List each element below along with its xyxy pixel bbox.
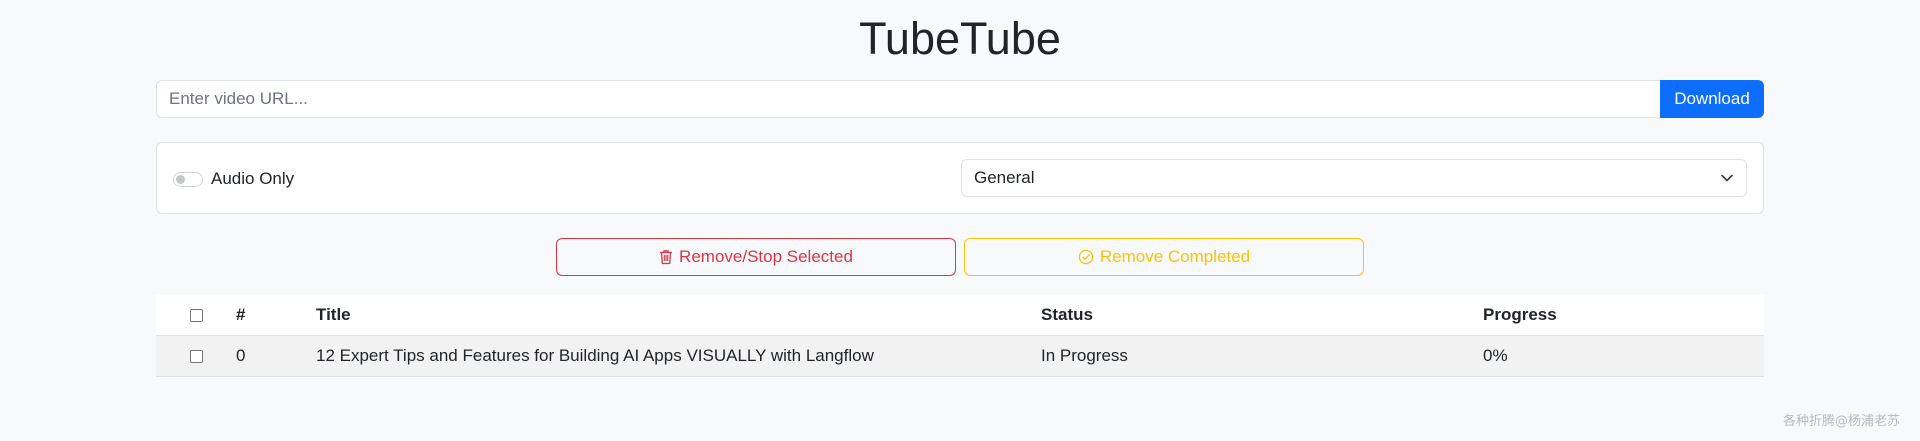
app-container: TubeTube Download Audio Only General <box>156 0 1764 377</box>
audio-only-label: Audio Only <box>211 169 295 188</box>
audio-only-toggle[interactable] <box>173 171 203 187</box>
page-title: TubeTube <box>859 13 1061 64</box>
row-select-cell <box>156 335 236 377</box>
row-title: 12 Expert Tips and Features for Building… <box>316 335 1041 377</box>
column-header-status: Status <box>1041 295 1483 336</box>
column-header-progress: Progress <box>1483 295 1764 336</box>
row-status: In Progress <box>1041 335 1483 377</box>
row-checkbox[interactable] <box>189 350 203 364</box>
table-row[interactable]: 0 12 Expert Tips and Features for Buildi… <box>156 335 1764 377</box>
select-all-cell <box>156 295 236 336</box>
remove-stop-selected-button[interactable]: Remove/Stop Selected <box>556 238 956 276</box>
table-header-row: # Title Status Progress <box>156 295 1764 336</box>
audio-only-switch-group: Audio Only <box>173 167 294 191</box>
url-input-group: Download <box>156 80 1764 118</box>
chevron-down-icon <box>1720 171 1734 185</box>
remove-completed-button[interactable]: Remove Completed <box>964 238 1364 276</box>
row-progress: 0% <box>1483 335 1764 377</box>
watermark: 各种折腾@杨浦老苏 <box>1782 414 1900 429</box>
check-circle-icon <box>1078 249 1094 265</box>
options-card: Audio Only General <box>156 142 1764 214</box>
profile-select-value: General <box>974 168 1035 187</box>
row-number: 0 <box>236 335 316 377</box>
profile-select[interactable]: General <box>961 159 1747 197</box>
bulk-actions: Remove/Stop Selected Remove Completed <box>556 238 1364 276</box>
remove-completed-label: Remove Completed <box>1099 247 1251 266</box>
trash-icon <box>659 249 673 265</box>
remove-stop-selected-label: Remove/Stop Selected <box>679 247 853 266</box>
toggle-knob <box>176 174 185 184</box>
url-input[interactable] <box>156 80 1660 118</box>
download-button[interactable]: Download <box>1660 80 1764 118</box>
column-header-title: Title <box>316 295 1041 336</box>
column-header-number: # <box>236 295 316 336</box>
select-all-checkbox[interactable] <box>189 309 203 323</box>
download-queue-table: # Title Status Progress 0 12 Expert Tips… <box>156 295 1764 377</box>
